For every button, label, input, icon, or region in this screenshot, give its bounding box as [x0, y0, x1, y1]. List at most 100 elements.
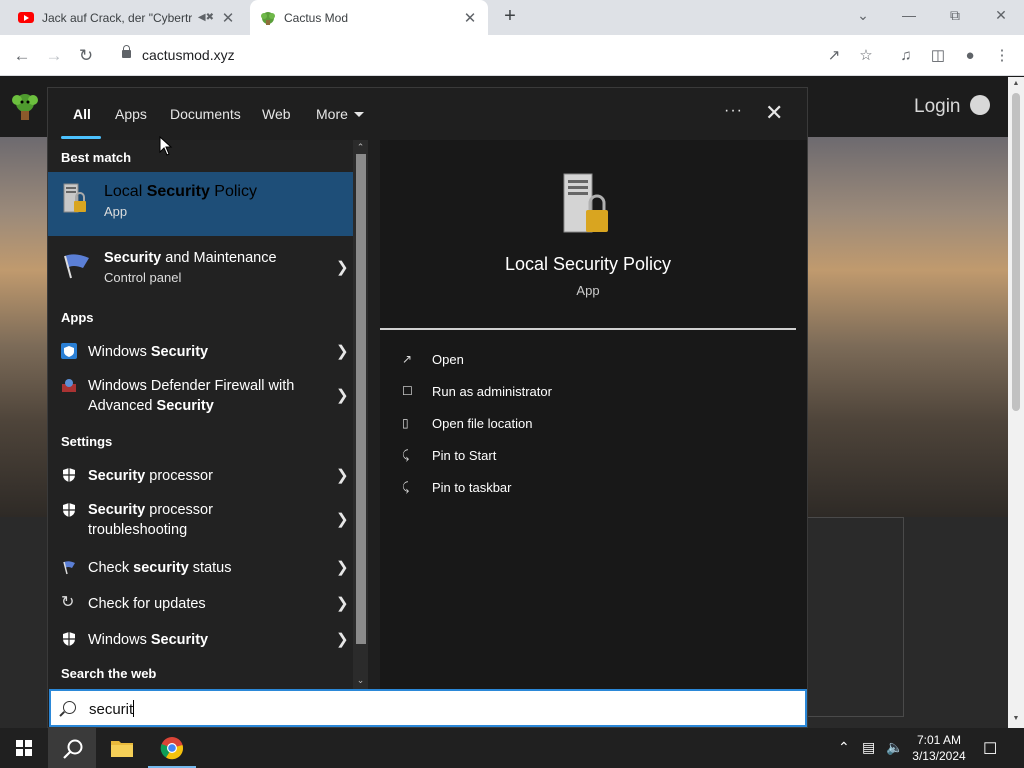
url-text: cactusmod.xyz — [142, 47, 235, 63]
title-part: and Maintenance — [161, 250, 277, 266]
section-settings: Settings — [61, 434, 113, 449]
close-window-button[interactable]: ✕ — [978, 0, 1024, 30]
title-part: Windows — [88, 344, 151, 360]
start-button[interactable] — [0, 728, 48, 768]
result-security-maintenance[interactable]: Security and Maintenance Control panel ❯ — [48, 240, 353, 300]
lock-icon[interactable] — [122, 45, 131, 58]
close-icon[interactable]: ✕ — [765, 100, 783, 126]
side-panel-icon[interactable]: ◫ — [925, 43, 951, 69]
search-input[interactable]: securit — [49, 689, 807, 727]
results-scrollbar[interactable]: ⌃ ⌄ — [353, 140, 368, 690]
action-label: Pin to Start — [432, 448, 497, 463]
volume-muted-icon[interactable]: 🔈 — [886, 739, 903, 756]
title-part: Advanced — [88, 398, 157, 414]
title-part: Check — [88, 560, 134, 576]
share-icon[interactable]: ↗ — [821, 43, 847, 69]
scroll-up-arrow[interactable]: ▲ — [1008, 80, 1024, 87]
title-part: Windows — [88, 632, 151, 648]
title-highlight: security — [133, 560, 189, 576]
windows-logo-icon — [16, 740, 32, 756]
chevron-right-icon[interactable]: ❯ — [336, 594, 349, 612]
browser-tab-bar: Jack auf Crack, der "Cybertro ◀✖ ✕ Cactu… — [0, 0, 1024, 35]
result-title: Windows Security — [88, 342, 208, 362]
title-part: Local — [104, 183, 147, 200]
tab-close-icon[interactable]: ✕ — [462, 9, 478, 27]
filter-more[interactable]: More — [316, 106, 364, 122]
browser-toolbar: ← → ↻ cactusmod.xyz ↗ ☆ ♫ ◫ ● ⋮ — [0, 35, 1024, 76]
media-control-icon[interactable]: ♫ — [893, 43, 919, 69]
content-panel — [808, 517, 904, 717]
minimize-button[interactable]: — — [886, 0, 932, 30]
result-windows-security-setting[interactable]: Windows Security ❯ — [48, 622, 353, 658]
filter-apps[interactable]: Apps — [115, 106, 147, 122]
chevron-right-icon[interactable]: ❯ — [336, 558, 349, 576]
reload-button[interactable]: ↻ — [73, 43, 99, 69]
result-defender-firewall[interactable]: Windows Defender Firewall with Advanced … — [48, 372, 353, 422]
chevron-right-icon[interactable]: ❯ — [336, 466, 349, 484]
address-bar[interactable]: cactusmod.xyz — [108, 40, 888, 70]
mouse-cursor-icon — [159, 136, 173, 156]
filter-all[interactable]: All — [73, 106, 91, 122]
cactus-icon — [261, 11, 275, 25]
chevron-right-icon[interactable]: ❯ — [336, 258, 349, 276]
more-options-icon[interactable]: ··· — [724, 102, 743, 120]
result-security-processor-troubleshooting[interactable]: Security processor troubleshooting ❯ — [48, 496, 353, 546]
best-match-item[interactable]: Local Security Policy App — [48, 172, 353, 236]
restore-button[interactable]: ⧉ — [932, 0, 978, 30]
notifications-icon[interactable]: ☐ — [983, 739, 997, 759]
chevron-right-icon[interactable]: ❯ — [336, 630, 349, 648]
network-icon[interactable]: ▤ — [862, 739, 875, 756]
tab-title: Cactus Mod — [284, 10, 349, 25]
chevron-right-icon[interactable]: ❯ — [336, 510, 349, 528]
local-security-policy-icon — [563, 173, 608, 233]
page-scrollbar[interactable]: ▲ ▼ — [1008, 77, 1024, 728]
scroll-down-arrow[interactable]: ▼ — [1008, 715, 1024, 722]
profile-avatar[interactable]: ● — [957, 43, 983, 69]
section-best-match: Best match — [61, 150, 132, 165]
chrome-menu-icon[interactable]: ⋮ — [989, 43, 1015, 69]
section-search-the-web: Search the web — [61, 666, 157, 681]
title-part: processor — [145, 468, 213, 484]
login-link[interactable]: Login — [914, 95, 990, 118]
scroll-up-arrow[interactable]: ⌃ — [353, 142, 368, 153]
chevron-right-icon[interactable]: ❯ — [336, 342, 349, 360]
back-button[interactable]: ← — [9, 43, 35, 69]
search-results-list: Best match Local Security Policy App Sec… — [48, 140, 353, 690]
result-title-line1: Windows Defender Firewall with — [88, 378, 295, 394]
taskbar: ⌃ ▤ 🔈 7:01 AM 3/13/2024 ☐ — [0, 728, 1024, 768]
action-label: Pin to taskbar — [432, 480, 512, 495]
filter-documents[interactable]: Documents — [170, 106, 241, 122]
tab-close-icon[interactable]: ✕ — [220, 9, 236, 27]
cactus-logo[interactable] — [10, 91, 40, 121]
tray-chevron-up-icon[interactable]: ⌃ — [838, 739, 850, 756]
chevron-right-icon[interactable]: ❯ — [336, 386, 349, 404]
tab-cactus-mod[interactable]: Cactus Mod ✕ — [250, 0, 488, 35]
result-check-security-status[interactable]: Check security status ❯ — [48, 550, 353, 586]
login-label: Login — [914, 96, 961, 117]
preview-subtitle: App — [576, 283, 600, 298]
scroll-thumb[interactable] — [356, 154, 366, 644]
file-explorer-button[interactable] — [98, 728, 146, 768]
scroll-thumb[interactable] — [1012, 93, 1020, 411]
speaker-muted-icon[interactable]: ◀✖ — [198, 12, 214, 23]
firewall-icon — [62, 379, 76, 392]
new-tab-button[interactable]: + — [498, 5, 522, 29]
filter-web[interactable]: Web — [262, 106, 291, 122]
result-windows-security-app[interactable]: Windows Security ❯ — [48, 334, 353, 370]
scroll-down-arrow[interactable]: ⌄ — [353, 675, 368, 686]
forward-button[interactable]: → — [41, 43, 67, 69]
taskbar-search-button[interactable] — [48, 728, 96, 768]
search-query-text: securit — [89, 701, 134, 718]
chevron-down-icon — [353, 112, 364, 117]
action-label: Open — [432, 352, 464, 367]
clock-date: 3/13/2024 — [912, 749, 966, 763]
bookmark-star-icon[interactable]: ☆ — [853, 43, 879, 69]
tab-search-icon[interactable]: ⌄ — [840, 0, 886, 30]
result-security-processor[interactable]: Security processor ❯ — [48, 458, 353, 494]
result-check-for-updates[interactable]: ↻ Check for updates ❯ — [48, 586, 353, 622]
system-clock[interactable]: 7:01 AM 3/13/2024 — [902, 732, 976, 764]
chrome-icon — [160, 737, 184, 760]
chrome-taskbar-button[interactable] — [148, 728, 196, 768]
preview-title: Local Security Policy — [504, 254, 672, 274]
tab-youtube[interactable]: Jack auf Crack, der "Cybertro ◀✖ ✕ — [8, 0, 246, 35]
